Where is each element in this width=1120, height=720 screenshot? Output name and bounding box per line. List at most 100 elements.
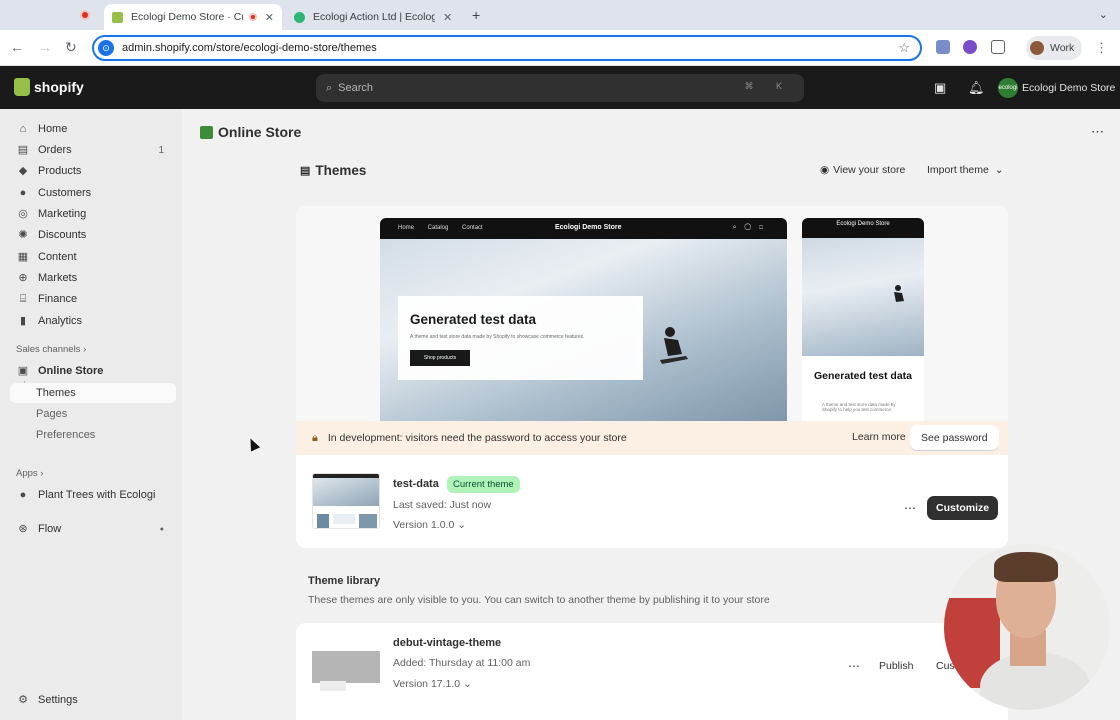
back-icon[interactable]: ← (10, 39, 24, 55)
browser-tab-strip: Ecologi Demo Store · Cus ✕ Ecologi Actio… (0, 0, 1120, 30)
search-input[interactable]: ⌕ Search ⌘ K (316, 74, 804, 102)
sidebar-item-finance[interactable]: ⌸ Finance (10, 289, 176, 309)
sidebar-item-online-store[interactable]: ▣ Online Store (10, 361, 176, 381)
new-tab-icon[interactable]: + (472, 7, 480, 23)
more-actions-icon[interactable]: ⋯ (1091, 124, 1104, 140)
sidebar-subitem-label: Themes (36, 387, 76, 399)
apps-heading[interactable]: Apps › (16, 468, 43, 479)
chevron-right-icon: › (83, 344, 87, 355)
theme-thumbnail (312, 637, 380, 691)
sidebar-nav: ⌂ Home ▤ Orders 1 ◆ Products ● Customers… (0, 109, 182, 720)
sidebar-item-label: Online Store (38, 365, 104, 377)
preview-body: A theme and test store data made by Shop… (410, 334, 585, 340)
current-theme-row: test-data Current theme Last saved: Just… (296, 455, 1008, 548)
recording-indicator-icon (248, 13, 257, 21)
theme-name: debut-vintage-theme (393, 637, 502, 649)
dev-store-banner: 🔒︎ In development: visitors need the pas… (296, 421, 1008, 455)
sidebar-item-flow[interactable]: ⊛ Flow ● (10, 519, 176, 539)
address-bar[interactable]: ⊙ admin.shopify.com/store/ecologi-demo-s… (92, 35, 922, 61)
extensions-puzzle-icon[interactable] (991, 40, 1005, 54)
sidebar-item-marketing[interactable]: ◎ Marketing (10, 204, 176, 224)
profile-button[interactable]: Work (1026, 36, 1083, 60)
sidebar-item-settings[interactable]: ⚙ Settings (10, 690, 176, 710)
theme-actions-icon[interactable]: ⋯ (848, 659, 860, 673)
sidebar-item-label: Products (38, 165, 82, 177)
themes-heading: ▤ Themes (300, 163, 366, 178)
sidebar-item-label: Plant Trees with Ecologi (38, 489, 156, 501)
shopify-favicon-icon (112, 11, 123, 23)
sidebar-item-content[interactable]: ▦ Content (10, 247, 176, 267)
snowboarder-image (660, 327, 688, 364)
preview-header-icons: ⌕◯◻ (732, 224, 771, 231)
view-store-label: View your store (833, 164, 906, 176)
view-store-button[interactable]: ◉ View your store (820, 164, 905, 176)
preview-header: Home Catalog Contact Ecologi Demo Store … (380, 218, 787, 239)
publish-button[interactable]: Publish (868, 654, 925, 678)
search-placeholder: Search (338, 82, 374, 94)
close-tab-icon[interactable]: ✕ (443, 11, 452, 24)
sidebar-item-home[interactable]: ⌂ Home (10, 119, 176, 139)
theme-actions-icon[interactable]: ⋯ (904, 501, 916, 515)
sidebar-item-customers[interactable]: ● Customers (10, 183, 176, 203)
home-icon: ⌂ (19, 123, 27, 135)
profile-label: Work (1050, 42, 1075, 54)
version-label: Version 1.0.0 (393, 519, 455, 531)
sidebar-subitem-preferences[interactable]: Preferences (36, 429, 95, 441)
theme-preview[interactable]: Home Catalog Contact Ecologi Demo Store … (296, 206, 1008, 421)
admin-topbar: shopify ⌕ Search ⌘ K ▣ 🔔︎ ecologi Ecolog… (0, 66, 1120, 109)
sidebar-item-orders[interactable]: ▤ Orders 1 (10, 140, 176, 160)
shopify-bag-icon (14, 78, 30, 96)
sidebar-subitem-themes[interactable]: Themes (10, 383, 176, 403)
import-theme-button[interactable]: Import theme ⌄ (927, 164, 1004, 176)
mobile-preview-body: A theme and test store data made by Shop… (822, 402, 896, 412)
version-dropdown[interactable]: Version 1.0.0 ⌄ (393, 519, 466, 531)
chevron-down-icon: ⌄ (457, 519, 467, 531)
sales-channels-heading[interactable]: Sales channels › (16, 344, 86, 355)
sidebar-item-plant-trees[interactable]: ● Plant Trees with Ecologi (10, 485, 176, 505)
webcam-overlay (944, 544, 1110, 710)
learn-more-link[interactable]: Learn more (852, 431, 906, 443)
section-label-text: Apps (16, 468, 38, 479)
shopify-logo[interactable]: shopify (14, 78, 84, 96)
sidekick-icon[interactable]: ▣ (934, 80, 946, 96)
bookmark-star-icon[interactable]: ☆ (898, 40, 910, 56)
browser-menu-icon[interactable]: ⋮ (1095, 40, 1108, 56)
sidebar-subitem-pages[interactable]: Pages (36, 408, 67, 420)
thumbnail-part (312, 651, 380, 683)
library-theme-row: debut-vintage-theme Added: Thursday at 1… (296, 623, 1008, 720)
notifications-bell-icon[interactable]: 🔔︎ (968, 80, 985, 96)
ecologi-favicon-icon (294, 11, 305, 23)
forward-icon[interactable]: → (38, 39, 52, 55)
gear-icon: ⚙ (18, 694, 28, 706)
target-icon: ◎ (18, 208, 28, 220)
store-name: Ecologi Demo Store (1022, 82, 1116, 94)
theme-library-heading: Theme library (308, 575, 381, 587)
sidebar-item-label: Orders (38, 144, 72, 156)
sidebar-item-label: Settings (38, 694, 78, 706)
tab-search-chevron-icon[interactable]: ⌄ (1099, 8, 1108, 21)
browser-toolbar: ← → ↻ ⊙ admin.shopify.com/store/ecologi-… (0, 30, 1120, 66)
sidebar-item-discounts[interactable]: ✺ Discounts (10, 225, 176, 245)
store-menu-button[interactable]: ecologi Ecologi Demo Store (998, 78, 1115, 98)
orders-count-badge: 1 (158, 144, 164, 156)
sidebar-item-products[interactable]: ◆ Products (10, 161, 176, 181)
browser-tab-active[interactable]: Ecologi Demo Store · Cus ✕ (104, 4, 282, 30)
site-info-icon[interactable]: ⊙ (98, 40, 114, 56)
pin-dot-icon: ● (159, 525, 164, 533)
extension-icon[interactable] (963, 40, 977, 54)
browser-tab[interactable]: Ecologi Action Ltd | Ecologi ✕ (286, 4, 462, 30)
version-dropdown[interactable]: Version 17.1.0 ⌄ (393, 678, 472, 690)
close-tab-icon[interactable]: ✕ (265, 11, 274, 24)
sidebar-item-label: Content (38, 251, 77, 263)
sidebar-item-analytics[interactable]: ▮ Analytics (10, 311, 176, 331)
storefront-icon (200, 125, 213, 139)
reload-icon[interactable]: ↻ (65, 39, 77, 56)
sidebar-item-markets[interactable]: ⊕ Markets (10, 268, 176, 288)
preview-nav: Home Catalog Contact (398, 225, 483, 231)
search-icon: ⌕ (326, 81, 333, 94)
tab-title: Ecologi Demo Store · Cus (131, 11, 243, 23)
customize-button[interactable]: Customize (927, 496, 999, 520)
page-title: Online Store (200, 124, 301, 140)
see-password-button[interactable]: See password (910, 425, 999, 450)
extension-icon[interactable] (936, 40, 950, 54)
